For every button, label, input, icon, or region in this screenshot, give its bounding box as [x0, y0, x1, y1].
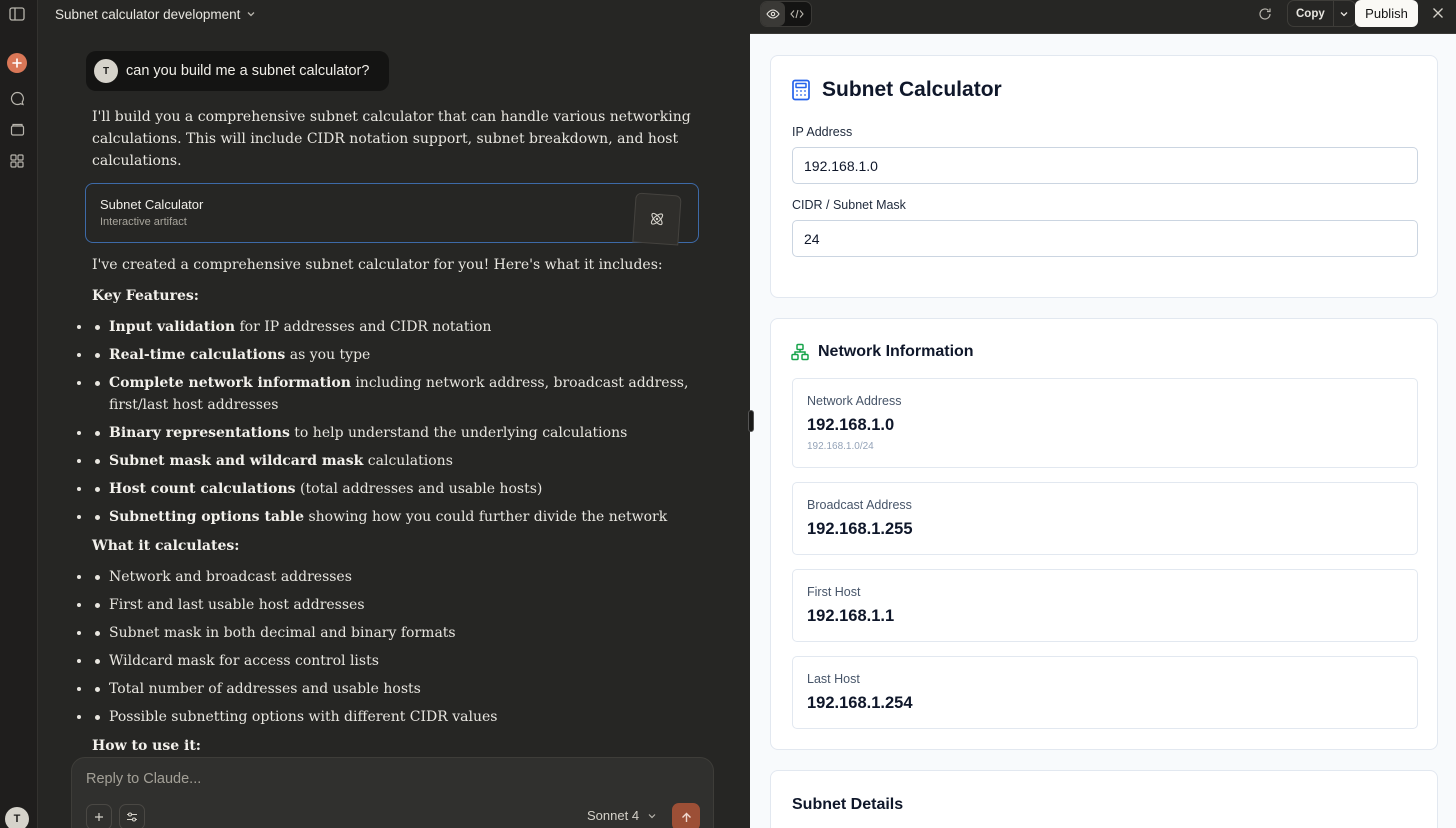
list-item: Host count calculations (total addresses… — [92, 478, 692, 500]
preview-tab[interactable] — [761, 2, 785, 26]
model-selector[interactable]: Sonnet 4 — [587, 808, 657, 823]
copy-button-group: Copy — [1287, 0, 1356, 27]
new-chat-button[interactable] — [7, 53, 27, 73]
list-item: Network and broadcast addresses — [92, 566, 692, 588]
artifact-toolbar: Copy Publish — [750, 0, 1456, 34]
code-icon — [790, 9, 804, 19]
user-message-text: can you build me a subnet calculator? — [126, 63, 370, 79]
copy-button[interactable]: Copy — [1288, 1, 1333, 26]
first-host-value: 192.168.1.1 — [807, 607, 895, 625]
cidr-input[interactable]: 24 — [792, 220, 1418, 257]
chats-icon[interactable] — [7, 88, 27, 108]
list-item: Binary representations to help understan… — [92, 422, 692, 444]
key-features-heading: Key Features: — [92, 288, 199, 304]
artifact-subtitle: Interactive artifact — [100, 216, 187, 228]
eye-icon — [766, 9, 780, 19]
list-item: Possible subnetting options with differe… — [92, 706, 692, 728]
reply-input[interactable]: Reply to Claude... — [86, 771, 201, 787]
calculates-list: Network and broadcast addresses First an… — [92, 566, 692, 728]
chevron-down-icon — [648, 813, 656, 818]
first-host-box: First Host 192.168.1.1 — [792, 569, 1418, 642]
chevron-down-icon — [1340, 11, 1348, 16]
tools-button[interactable] — [119, 804, 145, 828]
list-item: Wildcard mask for access control lists — [92, 650, 692, 672]
publish-button[interactable]: Publish — [1355, 0, 1418, 27]
copy-options-button[interactable] — [1332, 1, 1355, 26]
refresh-button[interactable] — [1256, 5, 1274, 23]
chevron-down-icon — [247, 12, 255, 17]
how-to-use-heading: How to use it: — [92, 738, 201, 754]
send-button[interactable] — [672, 803, 700, 828]
list-item: Total number of addresses and usable hos… — [92, 678, 692, 700]
broadcast-address-label: Broadcast Address — [807, 498, 912, 512]
calculator-input-card: Subnet Calculator IP Address 192.168.1.0… — [770, 55, 1438, 298]
cidr-label: CIDR / Subnet Mask — [792, 198, 906, 212]
network-information-card: Network Information Network Address 192.… — [770, 318, 1438, 750]
last-host-box: Last Host 192.168.1.254 — [792, 656, 1418, 729]
artifact-panel: Copy Publish Subnet Calculator IP Addres… — [750, 0, 1456, 828]
last-host-value: 192.168.1.254 — [807, 694, 913, 712]
artifact-title: Subnet Calculator — [100, 197, 204, 212]
sidebar-toggle-icon[interactable] — [7, 4, 27, 24]
code-tab[interactable] — [785, 2, 809, 26]
resize-handle[interactable] — [748, 410, 754, 432]
projects-icon[interactable] — [7, 119, 27, 139]
network-information-title: Network Information — [818, 343, 974, 360]
network-information-header: Network Information — [791, 343, 974, 361]
user-avatar[interactable]: T — [5, 807, 29, 828]
list-item: Real-time calculations as you type — [92, 344, 692, 366]
assistant-intro: I'll build you a comprehensive subnet ca… — [92, 109, 691, 169]
subnet-details-card: Subnet Details — [770, 770, 1438, 828]
broadcast-address-box: Broadcast Address 192.168.1.255 — [792, 482, 1418, 555]
close-panel-button[interactable] — [1430, 5, 1446, 21]
broadcast-address-value: 192.168.1.255 — [807, 520, 913, 538]
ip-address-label: IP Address — [792, 125, 853, 139]
list-item: Subnet mask in both decimal and binary f… — [92, 622, 692, 644]
chat-column: Subnet calculator development T can you … — [38, 0, 750, 828]
artifacts-icon[interactable] — [7, 151, 27, 171]
plus-icon — [95, 813, 103, 821]
atom-icon — [650, 212, 664, 226]
calculator-icon — [792, 79, 810, 101]
chat-title-button[interactable]: Subnet calculator development — [55, 6, 256, 22]
list-item: Input validation for IP addresses and CI… — [92, 316, 692, 338]
network-address-box: Network Address 192.168.1.0 192.168.1.0/… — [792, 378, 1418, 468]
assistant-created-text: I've created a comprehensive subnet calc… — [92, 257, 663, 273]
calculator-title: Subnet Calculator — [822, 78, 1002, 101]
network-icon — [791, 343, 809, 361]
add-attachment-button[interactable] — [86, 804, 112, 828]
left-rail: T — [0, 0, 38, 828]
network-address-value: 192.168.1.0 — [807, 416, 895, 434]
list-item: Complete network information including n… — [92, 372, 692, 416]
artifact-thumbnail — [632, 192, 682, 246]
ip-address-input[interactable]: 192.168.1.0 — [792, 147, 1418, 184]
calculates-heading: What it calculates: — [92, 538, 240, 554]
first-host-label: First Host — [807, 585, 861, 599]
network-address-label: Network Address — [807, 394, 902, 408]
key-features-list: Input validation for IP addresses and CI… — [92, 316, 692, 528]
arrow-up-icon — [681, 812, 691, 822]
view-toggle — [760, 1, 812, 27]
model-name: Sonnet 4 — [587, 808, 640, 823]
refresh-icon — [1259, 8, 1271, 20]
calculator-header: Subnet Calculator — [791, 78, 1002, 102]
sliders-icon — [127, 812, 137, 822]
close-icon — [1433, 8, 1443, 18]
subnet-details-title: Subnet Details — [792, 796, 904, 813]
composer: Reply to Claude... Sonnet 4 — [71, 757, 714, 828]
last-host-label: Last Host — [807, 672, 860, 686]
artifact-card[interactable]: Subnet Calculator Interactive artifact — [85, 183, 699, 246]
user-message-avatar: T — [94, 59, 118, 83]
list-item: First and last usable host addresses — [92, 594, 692, 616]
chat-title: Subnet calculator development — [55, 6, 241, 22]
list-item: Subnetting options table showing how you… — [92, 506, 692, 528]
network-address-cidr: 192.168.1.0/24 — [807, 441, 874, 452]
user-message: T can you build me a subnet calculator? — [86, 51, 390, 91]
list-item: Subnet mask and wildcard mask calculatio… — [92, 450, 692, 472]
